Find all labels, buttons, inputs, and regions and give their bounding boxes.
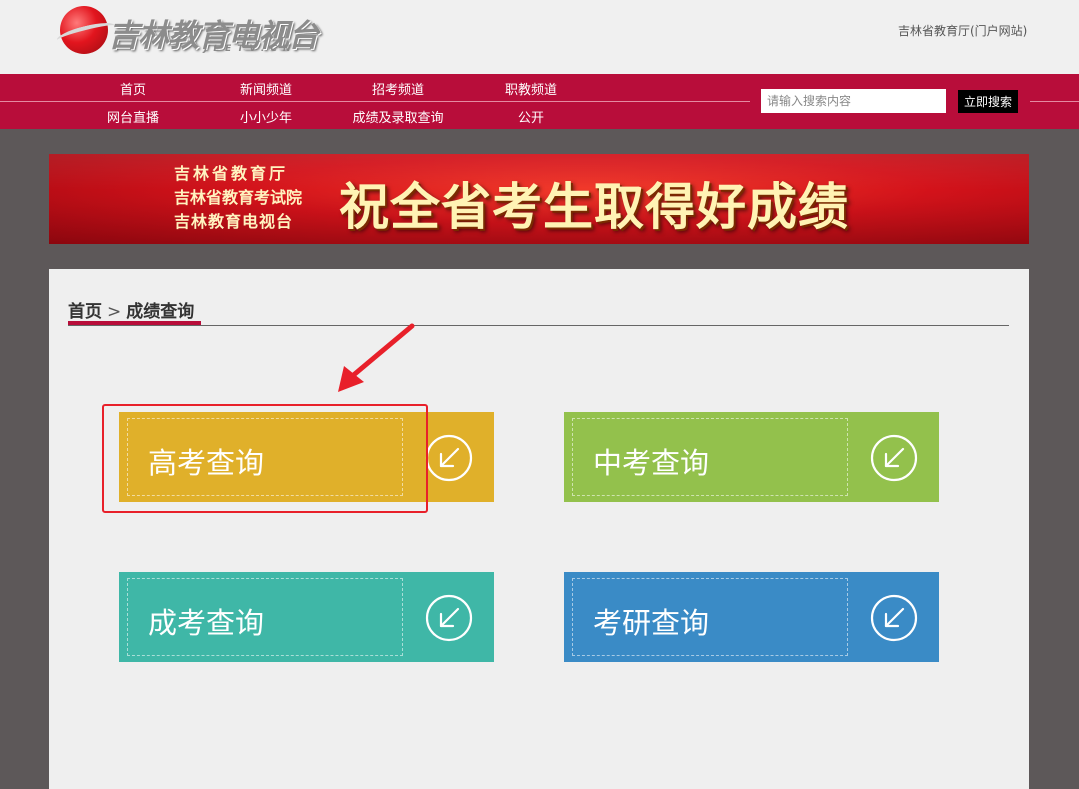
nav-divider-right (1030, 101, 1079, 102)
tile-label: 考研查询 (593, 606, 710, 640)
logo-subtext: JLETV.CN (204, 44, 297, 54)
site-logo[interactable]: 吉林教育电视台 JLETV.CN (55, 4, 319, 64)
breadcrumb-separator: > (107, 302, 122, 322)
site-header: 吉林教育电视台 JLETV.CN 吉林省教育厅(门户网站) (0, 0, 1079, 74)
nav-item-public[interactable]: 公开 (518, 107, 544, 126)
nav-item-admissions[interactable]: 招考频道 (372, 79, 424, 98)
breadcrumb-divider (68, 325, 1009, 326)
content-panel: 首页 > 成绩查询 高考查询 中考查询 成考查询 考研查询 (49, 269, 1029, 789)
banner-slogan: 祝全省考生取得好成绩 (339, 177, 849, 236)
breadcrumb-home[interactable]: 首页 (68, 302, 102, 322)
nav-divider (0, 101, 750, 102)
banner-org-line: 吉林省教育考试院 (174, 188, 303, 207)
tile-zhongkao-query[interactable]: 中考查询 (564, 412, 939, 502)
arrow-down-left-circle-icon (870, 594, 918, 642)
nav-item-kids[interactable]: 小小少年 (240, 107, 292, 126)
banner-org-line: 吉林省教育厅 (174, 164, 289, 183)
tile-label: 成考查询 (148, 606, 265, 640)
arrow-down-left-circle-icon (870, 434, 918, 482)
arrow-down-left-circle-icon (425, 434, 473, 482)
breadcrumb-current: 成绩查询 (126, 302, 195, 322)
nav-item-news[interactable]: 新闻频道 (240, 79, 292, 98)
nav-item-live[interactable]: 网台直播 (107, 107, 159, 126)
search-button[interactable]: 立即搜索 (958, 90, 1018, 113)
main-navigation: 首页 新闻频道 招考频道 职教频道 网台直播 小小少年 成绩及录取查询 公开 立… (0, 74, 1079, 129)
tile-kaoyan-query[interactable]: 考研查询 (564, 572, 939, 662)
banner-org-line: 吉林教育电视台 (174, 212, 294, 231)
nav-item-home[interactable]: 首页 (120, 79, 146, 98)
nav-item-vocational[interactable]: 职教频道 (505, 79, 557, 98)
banner-organizations: 吉林省教育厅 吉林省教育考试院 吉林教育电视台 (174, 162, 302, 234)
portal-link[interactable]: 吉林省教育厅(门户网站) (898, 22, 1027, 39)
tile-chengkao-query[interactable]: 成考查询 (119, 572, 494, 662)
annotation-arrow-icon (338, 323, 415, 392)
breadcrumb: 首页 > 成绩查询 (68, 297, 194, 322)
search-input[interactable] (761, 89, 946, 113)
arrow-down-left-circle-icon (425, 594, 473, 642)
annotation-highlight-box (102, 404, 428, 513)
tile-label: 中考查询 (593, 446, 710, 480)
nav-item-score-query[interactable]: 成绩及录取查询 (352, 107, 443, 126)
banner: 吉林省教育厅 吉林省教育考试院 吉林教育电视台 祝全省考生取得好成绩 (49, 154, 1029, 244)
